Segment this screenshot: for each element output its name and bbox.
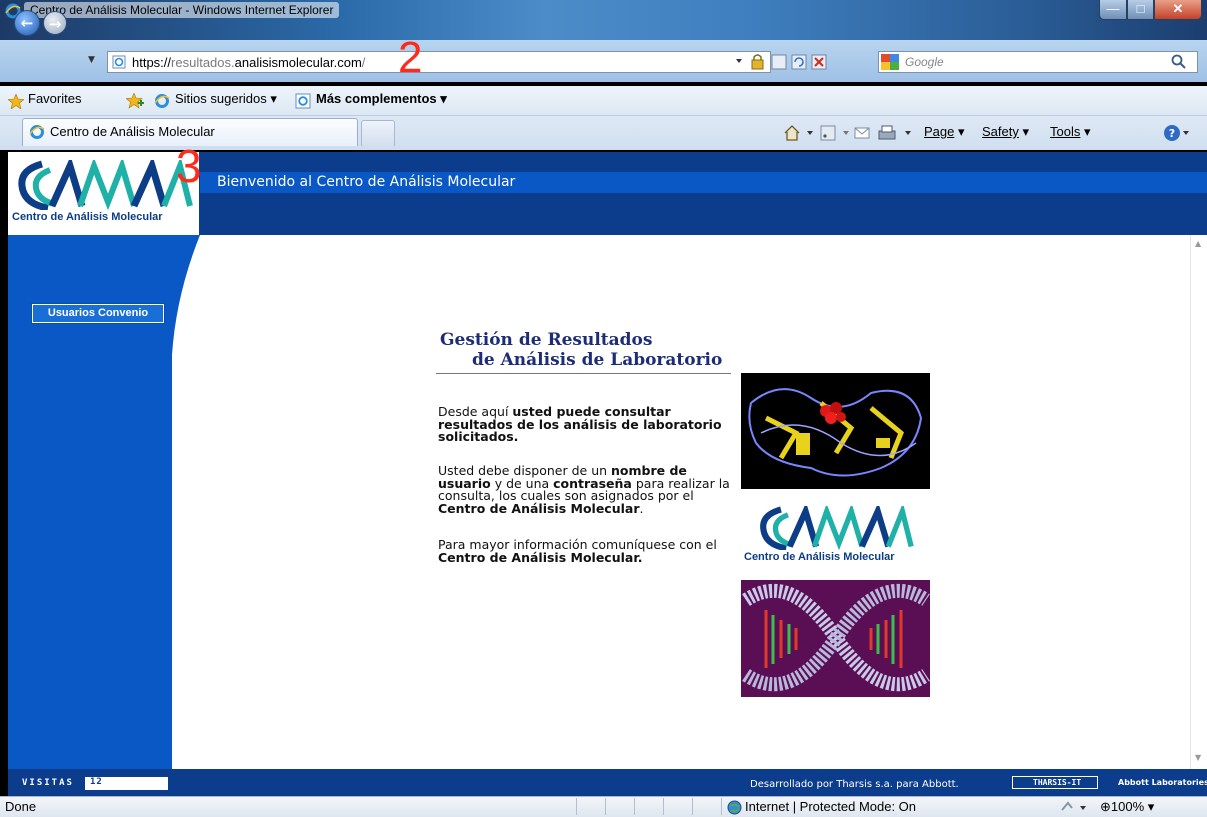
globe-icon: [727, 800, 742, 815]
site-header-title: Bienvenido al Centro de Análisis Molecul…: [217, 174, 516, 190]
favorites-button[interactable]: Favorites: [28, 91, 81, 106]
main-heading-line1: Gestión de Resultados: [440, 330, 653, 350]
print-dropdown-icon: [905, 131, 911, 135]
ie-icon: [29, 125, 45, 139]
refresh-icon: [791, 54, 807, 70]
page-menu[interactable]: Page ▾: [924, 124, 965, 140]
status-text: Done: [5, 799, 37, 814]
zoom-value: 100%: [1110, 799, 1145, 814]
address-bar-tools: [736, 54, 827, 70]
url-scheme: https://: [132, 55, 172, 70]
annotation-number-3: 3: [176, 140, 202, 192]
command-bar-icons: [784, 125, 911, 141]
para3-bold-center: Centro de Análisis Molecular.: [438, 549, 643, 565]
address-bar[interactable]: https://resultados.analisismolecular.com…: [107, 51, 771, 73]
status-separator: [605, 798, 606, 815]
tools-menu-label: Tools: [1050, 124, 1081, 139]
url-subdomain: resultados.: [171, 55, 235, 70]
search-input[interactable]: Google: [878, 51, 1198, 73]
status-separator: [663, 798, 664, 815]
star-icon: [8, 94, 24, 109]
url-domain: analisismolecular.com: [234, 55, 362, 70]
cam-logo-image: Centro de Análisis Molecular: [741, 504, 930, 570]
protein-structure-image: [741, 373, 930, 489]
status-separator: [721, 798, 722, 815]
safety-menu-label: Safety: [982, 124, 1019, 139]
scroll-down-icon[interactable]: ▼: [1195, 753, 1201, 762]
ie-page-icon: [112, 55, 126, 69]
add-favorite-icon[interactable]: [126, 93, 144, 109]
mas-complementos-button[interactable]: Más complementos ▾: [316, 91, 447, 107]
logo-caption: Centro de Análisis Molecular: [12, 211, 163, 223]
window-title: Centro de Análisis Molecular - Windows I…: [24, 2, 340, 18]
home-dropdown-icon: [807, 131, 813, 135]
address-url[interactable]: https://resultados.analisismolecular.com…: [132, 55, 365, 70]
mail-icon: [854, 127, 870, 139]
page-menu-label: Page: [924, 124, 955, 139]
status-bar: [0, 796, 1207, 817]
minimize-button[interactable]: —: [1099, 0, 1127, 20]
window-title-bar: Centro de Análisis Molecular - Windows I…: [0, 0, 1207, 40]
forward-arrow-icon: →: [48, 15, 62, 33]
contact-paragraph: Para mayor información comuníquese con e…: [438, 538, 738, 565]
status-separator: [576, 798, 577, 815]
lock-icon: [751, 54, 764, 70]
visit-counter-value: 12: [90, 777, 103, 787]
maximize-button[interactable]: □: [1127, 0, 1154, 20]
annotation-number-2: 2: [398, 33, 423, 82]
mas-complementos-label: Más complementos: [316, 91, 437, 106]
visit-counter-label: VISITAS: [22, 778, 74, 788]
address-dropdown-icon: [736, 59, 742, 63]
page-scrollbar[interactable]: ▲ ▼: [1190, 235, 1207, 769]
back-button[interactable]: ←: [14, 10, 40, 36]
site-logo[interactable]: Centro de Análisis Molecular: [8, 152, 200, 235]
footer-credit: Desarrollado por Tharsis s.a. para Abbot…: [750, 779, 959, 790]
home-icon: [784, 125, 800, 141]
tab-label: Centro de Análisis Molecular: [50, 124, 215, 139]
abbott-link[interactable]: Abbott Laboratories: [1102, 776, 1207, 789]
rss-dropdown-icon: [843, 131, 849, 135]
svg-text:?: ?: [1169, 127, 1175, 140]
dna-helix-image: [741, 580, 930, 697]
close-button[interactable]: ✕: [1154, 0, 1202, 20]
zoom-level[interactable]: ⊕100% ▾: [1100, 799, 1154, 815]
rss-icon: [820, 125, 836, 141]
para2-period: .: [639, 500, 644, 516]
forward-button[interactable]: →: [43, 11, 67, 35]
web-page: Bienvenido al Centro de Análisis Molecul…: [8, 152, 1207, 796]
tools-menu[interactable]: Tools ▾: [1050, 124, 1091, 140]
main-heading-line2: de Análisis de Laboratorio: [472, 350, 723, 370]
credentials-paragraph: Usted debe disponer de un nombre de usua…: [438, 464, 738, 516]
cam-logo-graphic: [18, 160, 193, 210]
search-icon[interactable]: [1170, 53, 1188, 71]
compatibility-view-icon: [771, 54, 787, 70]
back-arrow-icon: ←: [20, 14, 34, 32]
sitios-sugeridos-label: Sitios sugeridos: [175, 91, 267, 106]
protected-mode-icon[interactable]: [1060, 800, 1094, 815]
status-separator: [634, 798, 635, 815]
intro-paragraph: Desde aquí usted puede consultar resulta…: [438, 405, 738, 444]
usuarios-convenio-button[interactable]: Usuarios Convenio: [31, 303, 165, 324]
stop-icon: [811, 54, 827, 70]
url-path: /: [361, 55, 366, 70]
ie-icon: [154, 94, 170, 108]
safety-menu[interactable]: Safety ▾: [982, 124, 1029, 140]
para2-bold-center: Centro de Análisis Molecular: [438, 500, 640, 516]
abbott-label: Abbott Laboratories: [1118, 778, 1207, 787]
print-icon: [878, 125, 896, 140]
sitios-sugeridos-button[interactable]: Sitios sugeridos ▾: [175, 91, 277, 107]
security-zone[interactable]: Internet | Protected Mode: On: [745, 799, 916, 814]
tharsis-link[interactable]: THARSIS-IT: [1012, 776, 1098, 789]
status-separator: [692, 798, 693, 815]
heading-divider: [436, 373, 731, 374]
tharsis-label: THARSIS-IT: [1033, 778, 1082, 787]
recent-pages-dropdown[interactable]: ▼: [88, 55, 95, 65]
google-logo-icon: [881, 54, 899, 70]
new-tab-button[interactable]: [361, 120, 395, 146]
search-placeholder: Google: [905, 55, 944, 69]
scroll-up-icon[interactable]: ▲: [1195, 239, 1201, 248]
help-icon[interactable]: ?: [1163, 124, 1197, 142]
image-logo-caption: Centro de Análisis Molecular: [744, 551, 895, 563]
ie-page-icon: [295, 93, 311, 109]
